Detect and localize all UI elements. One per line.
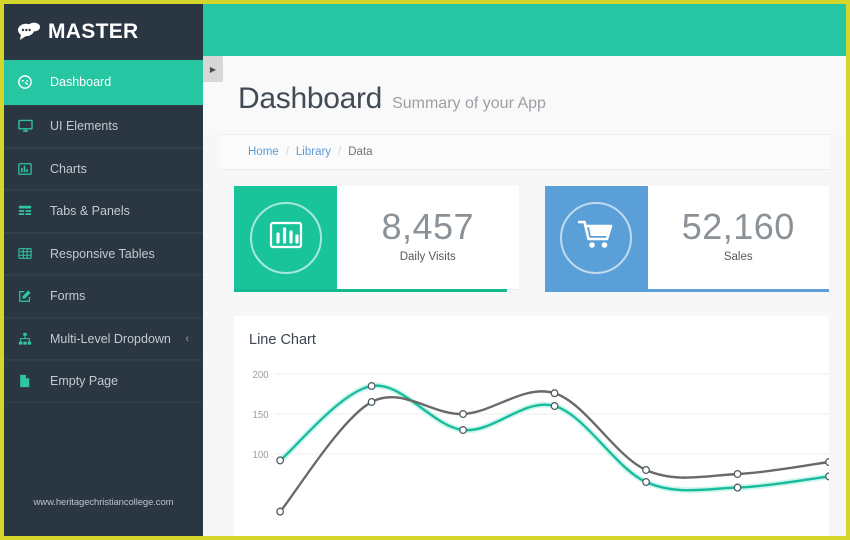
chart-y-tick-label: 100: [253, 450, 270, 461]
icon-circle: [249, 201, 322, 274]
chart-area: 100 150 200: [234, 354, 829, 534]
page-subtitle: Summary of your App: [392, 95, 546, 112]
breadcrumb-item-library[interactable]: Library: [296, 146, 331, 158]
stat-card-sales[interactable]: 52,160 Sales: [544, 186, 830, 292]
stat-card-icon-box: [544, 186, 648, 289]
line-chart[interactable]: 100 150 200: [234, 354, 829, 534]
chart-data-point[interactable]: [550, 401, 559, 411]
icon-circle: [560, 201, 632, 274]
line-chart-panel: Line Chart 100 150 200: [234, 316, 829, 536]
sidebar-item-charts[interactable]: Charts: [4, 147, 203, 190]
table-icon: [18, 247, 40, 260]
sidebar-item-empty-page[interactable]: Empty Page: [4, 360, 203, 403]
chart-data-point[interactable]: [459, 425, 467, 435]
sidebar-item-label: Tabs & Panels: [50, 204, 130, 219]
edit-icon: [18, 289, 40, 303]
sidebar-item-ui-elements[interactable]: UI Elements: [4, 105, 203, 148]
chart-data-point[interactable]: [367, 397, 376, 407]
chart-y-tick-label: 200: [253, 370, 270, 381]
sidebar-item-label: Dashboard: [50, 75, 112, 89]
chevron-left-icon: ‹: [185, 332, 189, 345]
chart-data-point[interactable]: [550, 389, 559, 398]
stat-card-icon-box: [234, 186, 337, 289]
panels-icon: [18, 204, 40, 218]
stat-cards: 8,457 Daily Visits 52,160 Sales: [203, 170, 846, 292]
sidebar-item-forms[interactable]: Forms: [4, 275, 203, 318]
chart-data-point[interactable]: [825, 457, 829, 467]
chart-data-point[interactable]: [642, 477, 650, 487]
dashboard-icon: [18, 75, 40, 89]
breadcrumb-item-home[interactable]: Home: [248, 146, 279, 158]
panel-title: Line Chart: [249, 332, 316, 348]
bar-chart-icon: [18, 162, 40, 176]
sidebar-item-tabs-panels[interactable]: Tabs & Panels: [4, 190, 203, 233]
stat-card-progress-bar: [544, 289, 829, 292]
bar-chart-icon: [269, 219, 303, 256]
chart-data-point[interactable]: [276, 456, 285, 465]
sidebar-item-label: UI Elements: [50, 119, 119, 134]
sidebar-item-label: Forms: [50, 289, 86, 304]
caret-right-icon: ▶: [209, 64, 217, 74]
sidebar: MASTER Dashboard UI Elements Charts Tabs…: [4, 4, 203, 536]
stat-card-body: 8,457 Daily Visits: [337, 186, 519, 289]
stat-card-value: 52,160: [681, 206, 795, 248]
stat-card-label: Sales: [723, 250, 753, 263]
page-header: Dashboard Summary of your App: [203, 56, 846, 134]
stat-card-body: 52,160 Sales: [648, 186, 830, 289]
stat-card-label: Daily Visits: [399, 250, 456, 263]
chart-data-point[interactable]: [825, 472, 829, 481]
stat-card-daily-visits[interactable]: 8,457 Daily Visits: [234, 186, 519, 292]
breadcrumb: Home / Library / Data: [220, 134, 829, 170]
sidebar-item-dashboard[interactable]: Dashboard: [4, 60, 203, 105]
brand-name: MASTER: [48, 20, 139, 43]
chart-data-point[interactable]: [733, 469, 742, 479]
sidebar-item-label: Empty Page: [50, 374, 119, 389]
breadcrumb-separator: /: [285, 146, 289, 158]
sidebar-item-responsive-tables[interactable]: Responsive Tables: [4, 232, 203, 275]
sidebar-item-label: Multi-Level Dropdown: [50, 331, 171, 346]
sidebar-nav: Dashboard UI Elements Charts Tabs & Pane…: [4, 60, 203, 403]
sidebar-item-label: Responsive Tables: [50, 246, 155, 261]
page-title: Dashboard: [238, 82, 383, 115]
site-watermark: www.heritagechristiancollege.com: [33, 497, 174, 508]
browser-window: MASTER Dashboard UI Elements Charts Tabs…: [0, 0, 850, 540]
chart-data-point[interactable]: [367, 381, 376, 391]
chart-y-tick-label: 150: [253, 410, 270, 421]
brand-logo[interactable]: MASTER: [4, 4, 203, 60]
sidebar-item-multi-level-dropdown[interactable]: Multi-Level Dropdown ‹: [4, 317, 203, 360]
top-navbar: [203, 4, 846, 56]
sitemap-icon: [18, 332, 40, 346]
main-content: ▶ Dashboard Summary of your App Home / L…: [203, 4, 846, 536]
chart-data-point[interactable]: [642, 465, 650, 475]
sidebar-item-label: Charts: [50, 161, 87, 176]
breadcrumb-separator: /: [338, 146, 342, 158]
chart-data-point[interactable]: [459, 409, 467, 419]
desktop-icon: [18, 119, 40, 133]
chart-data-point[interactable]: [276, 507, 285, 516]
stat-card-value: 8,457: [381, 206, 475, 248]
breadcrumb-item-data: Data: [348, 146, 373, 158]
comments-icon: [17, 21, 41, 43]
sidebar-toggle-button[interactable]: ▶: [203, 56, 223, 82]
file-icon: [18, 374, 40, 388]
chart-data-point[interactable]: [733, 483, 742, 492]
shopping-cart-icon: [577, 219, 614, 256]
stat-card-progress-bar: [234, 289, 508, 292]
